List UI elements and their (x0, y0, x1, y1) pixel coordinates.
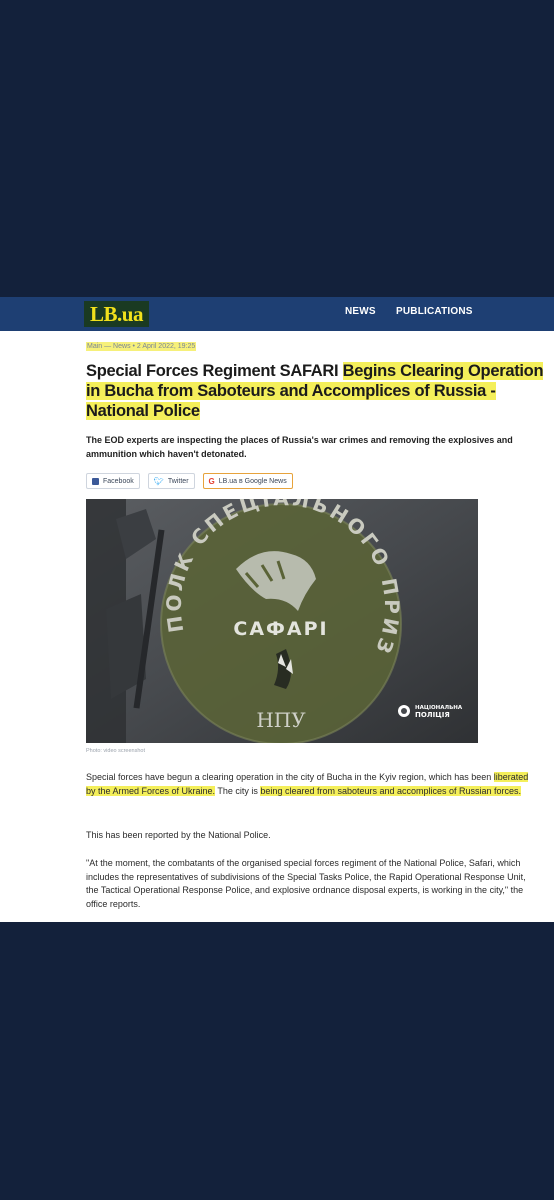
headline-plain: Special Forces Regiment SAFARI (86, 362, 343, 380)
paragraph-3: "At the moment, the combatants of the or… (86, 858, 526, 909)
site-header: LB.ua NEWS PUBLICATIONS (0, 297, 554, 331)
nav-news[interactable]: NEWS (345, 306, 376, 317)
watermark-line2: ПОЛІЦІЯ (415, 711, 450, 719)
article-screenshot: LB.ua NEWS PUBLICATIONS Main — News • 2 … (0, 297, 554, 922)
photo-svg: ПОЛК СПЕЦІАЛЬНОГО ПРИЗНАЧЕННЯ САФАРІ НПУ… (86, 499, 478, 743)
share-twitter-button[interactable]: 🐦︎ Twitter (147, 473, 195, 489)
article-photo: ПОЛК СПЕЦІАЛЬНОГО ПРИЗНАЧЕННЯ САФАРІ НПУ… (86, 499, 478, 743)
emblem-name: САФАРІ (233, 618, 328, 640)
paragraph-2: This has been reported by the National P… (86, 830, 271, 840)
paragraph-1: Special forces have begun a clearing ope… (86, 771, 534, 798)
facebook-icon (92, 477, 99, 485)
share-buttons: Facebook 🐦︎ Twitter G LB.ua в Google New… (86, 473, 293, 489)
p1-start: Special forces have begun a clearing ope… (86, 772, 494, 782)
p1-highlight-2: being cleared from saboteurs and accompl… (260, 785, 522, 796)
article-headline: Special Forces Regiment SAFARI Begins Cl… (86, 361, 546, 421)
share-facebook-label: Facebook (103, 477, 134, 485)
twitter-icon: 🐦︎ (153, 476, 164, 486)
emblem-abbr: НПУ (256, 708, 306, 732)
p1-mid: The city is (215, 785, 261, 796)
logo-text: LB.ua (90, 301, 143, 326)
share-twitter-label: Twitter (167, 477, 189, 485)
nav-publications[interactable]: PUBLICATIONS (396, 306, 473, 317)
share-facebook-button[interactable]: Facebook (86, 473, 140, 489)
breadcrumb: Main — News • 2 April 2022, 19:25 (86, 342, 197, 351)
google-icon: G (208, 476, 215, 486)
photo-caption: Photo: video screenshot (86, 748, 146, 754)
google-news-button[interactable]: G LB.ua в Google News (202, 473, 293, 489)
article-lead: The EOD experts are inspecting the place… (86, 435, 513, 459)
site-logo[interactable]: LB.ua (84, 301, 149, 327)
google-news-label: LB.ua в Google News (218, 477, 287, 485)
breadcrumb-text[interactable]: Main — News • 2 April 2022, 19:25 (86, 342, 197, 351)
